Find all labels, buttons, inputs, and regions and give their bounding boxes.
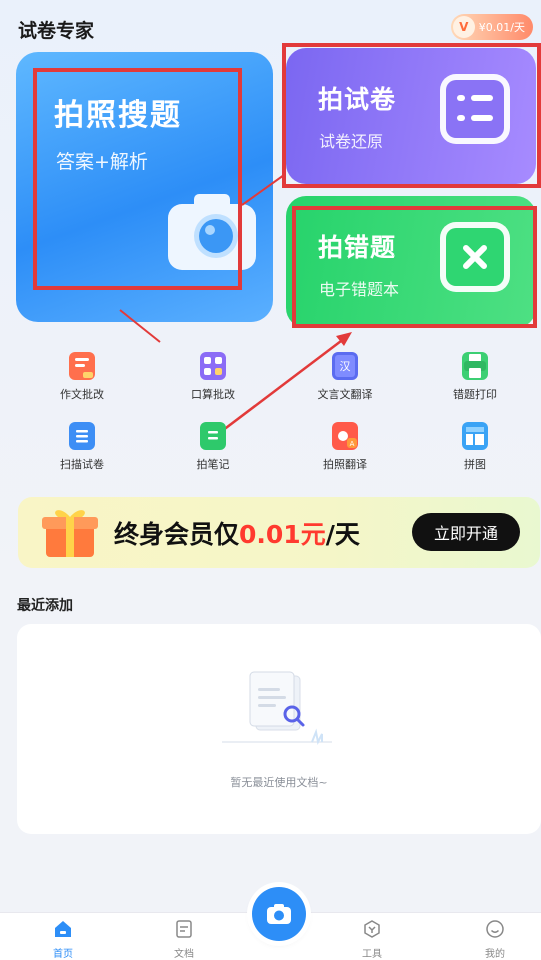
tool-label: 扫描试卷 (60, 458, 104, 471)
vip-price-badge[interactable]: V ¥0.01/天 (450, 14, 533, 40)
tool-label: 拍照翻译 (323, 458, 367, 471)
close-icon (440, 222, 510, 292)
tool-essay-correction[interactable]: 作文批改 (27, 352, 137, 402)
tool-label: 错题打印 (453, 388, 497, 401)
printer-icon (462, 352, 488, 380)
profile-icon (486, 920, 504, 938)
recent-documents-card: 暂无最近使用文档~ (17, 624, 541, 834)
svg-text:汉: 汉 (340, 360, 351, 373)
document-icon (176, 920, 192, 938)
wrong-questions-card[interactable]: 拍错题 电子错题本 (286, 196, 536, 328)
nav-label: 我的 (485, 949, 505, 960)
membership-promo-banner[interactable]: 终身会员仅0.01元/天 立即开通 (18, 497, 540, 568)
list-icon (440, 74, 510, 144)
scan-doc-icon (69, 422, 95, 450)
empty-documents-icon (222, 671, 332, 746)
tool-label: 拼图 (464, 458, 486, 471)
camera-capture-button[interactable] (252, 887, 306, 941)
promo-price: 0.01元 (239, 520, 326, 549)
photo-search-card[interactable]: 拍照搜题 答案+解析 (16, 52, 273, 322)
promo-text-prefix: 终身会员仅 (114, 520, 240, 549)
photo-exam-title: 拍试卷 (318, 85, 397, 114)
home-icon (55, 921, 71, 937)
tool-scan-exam[interactable]: 扫描试卷 (27, 422, 137, 472)
tool-oral-calc-correction[interactable]: 口算批改 (158, 352, 268, 402)
nav-label: 文档 (174, 949, 194, 960)
tool-photo-translate[interactable]: A 拍照翻译 (290, 422, 400, 472)
camera-icon (267, 904, 291, 924)
nav-label: 工具 (362, 949, 382, 960)
tool-photo-notes[interactable]: 拍笔记 (158, 422, 268, 472)
translate-book-icon: 汉 (332, 352, 358, 380)
vip-price-text: ¥0.01/天 (478, 21, 525, 34)
wrong-questions-title: 拍错题 (318, 233, 397, 262)
app-title: 试卷专家 (18, 20, 95, 42)
photo-exam-card[interactable]: 拍试卷 试卷还原 (286, 48, 536, 184)
essay-icon (69, 352, 95, 380)
photo-exam-subtitle: 试卷还原 (319, 132, 384, 151)
tools-icon (364, 920, 380, 938)
photo-search-subtitle: 答案+解析 (56, 151, 148, 173)
nav-documents[interactable]: 文档 (154, 919, 214, 960)
promo-text-suffix: /天 (325, 520, 360, 549)
gift-icon (42, 510, 98, 557)
promo-text: 终身会员仅0.01元/天 (114, 515, 360, 551)
calculator-icon (200, 352, 226, 380)
tool-label: 作文批改 (60, 388, 104, 401)
tool-label: 文言文翻译 (317, 388, 373, 401)
tool-label: 口算批改 (191, 388, 235, 401)
empty-state-text: 暂无最近使用文档~ (230, 776, 328, 789)
wrong-questions-subtitle: 电子错题本 (319, 280, 400, 299)
photo-search-title: 拍照搜题 (54, 98, 182, 133)
camera-icon (168, 194, 256, 270)
photo-translate-icon: A (332, 422, 358, 450)
tool-label: 拍笔记 (196, 458, 230, 471)
note-icon (200, 422, 226, 450)
nav-label: 首页 (53, 949, 73, 960)
nav-tools[interactable]: 工具 (342, 919, 402, 960)
tool-classical-translate[interactable]: 汉 文言文翻译 (290, 352, 400, 402)
tool-puzzle[interactable]: 拼图 (420, 422, 530, 472)
nav-home[interactable]: 首页 (33, 919, 93, 960)
puzzle-icon (462, 422, 488, 450)
nav-profile[interactable]: 我的 (465, 919, 525, 960)
svg-text:A: A (350, 440, 355, 448)
recent-section-title: 最近添加 (17, 598, 73, 614)
vip-icon: V (452, 16, 475, 38)
activate-now-button[interactable]: 立即开通 (412, 513, 520, 551)
tool-wrong-print[interactable]: 错题打印 (420, 352, 530, 402)
